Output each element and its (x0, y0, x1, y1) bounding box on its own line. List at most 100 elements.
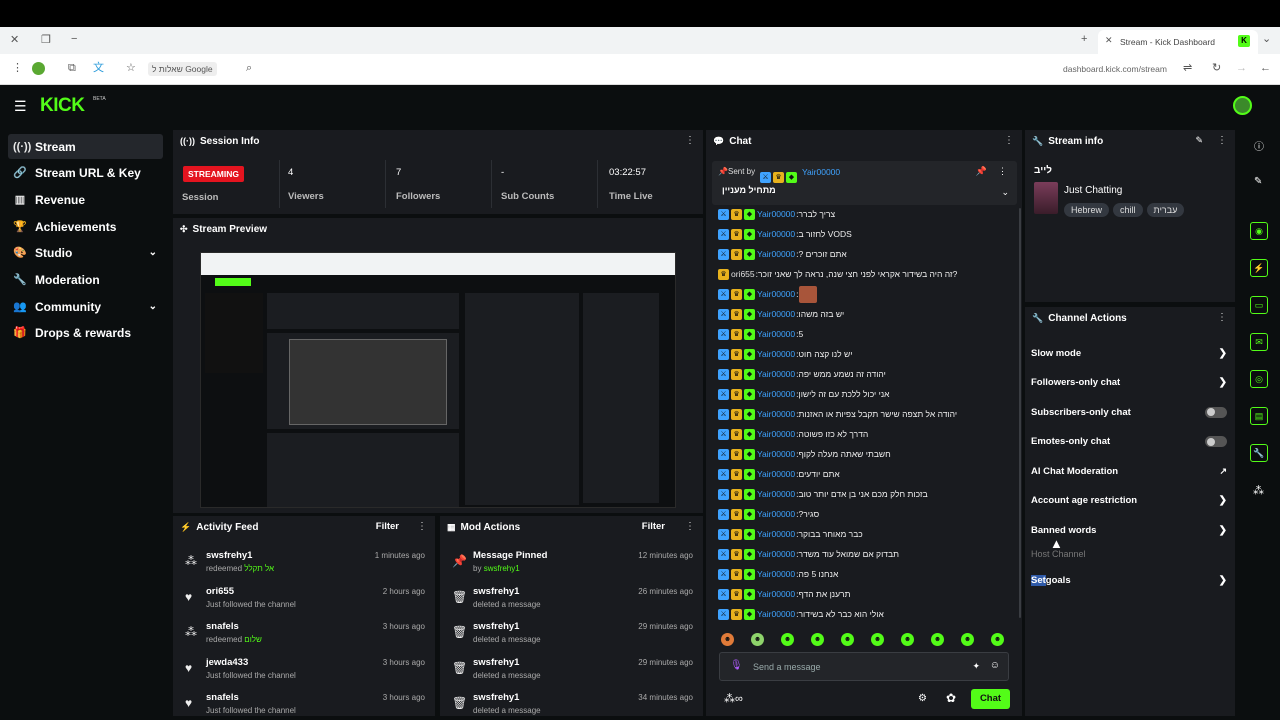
chat-message[interactable]: ⚔ ♛ ◆ Yair00000: בזכות חלק מכם אני בן אדם יו… (718, 484, 1013, 504)
user-avatar[interactable] (1233, 96, 1252, 115)
chat-username[interactable]: Yair00000 (757, 549, 795, 559)
minimize-window-icon[interactable]: − (71, 34, 77, 45)
emote-icon[interactable]: ☻ (721, 633, 734, 646)
chat-message[interactable]: ⚔ ♛ ◆ Yair00000: אנחנו 5 פה (718, 564, 1013, 584)
edit-pencil-icon[interactable]: ✎ (1195, 135, 1203, 146)
emote-icon[interactable]: ☻ (811, 633, 824, 646)
kebab-menu-icon[interactable]: ⋮ (998, 166, 1007, 177)
chat-username[interactable]: Yair00000 (757, 309, 795, 319)
chat-username[interactable]: Yair00000 (757, 289, 795, 299)
new-tab-icon[interactable]: + (1081, 34, 1087, 45)
chat-username[interactable]: Yair00000 (757, 529, 795, 539)
activity-row[interactable]: ⁂ snafels redeemed שלום 3 hours ago (173, 619, 435, 655)
close-tab-icon[interactable]: ✕ (1105, 36, 1113, 45)
channel-action-item[interactable]: AI Chat Moderation ↗ (1031, 459, 1231, 483)
emote-icon[interactable]: ☻ (901, 633, 914, 646)
channel-action-item[interactable]: Followers-only chat ❯ (1031, 371, 1231, 395)
feed-user[interactable]: swsfrehy1 (473, 621, 519, 632)
channel-action-item[interactable]: Emotes-only chat (1031, 430, 1231, 454)
channel-action-item[interactable]: Slow mode ❯ (1031, 341, 1231, 365)
pinned-user[interactable]: Yair00000 (802, 167, 840, 177)
kebab-menu-icon[interactable]: ⋮ (685, 521, 695, 532)
chat-message[interactable]: ⚔ ♛ ◆ Yair00000: לחזור ב VODS (718, 224, 1013, 244)
chat-username[interactable]: Yair00000 (757, 349, 795, 359)
rail-wrench-icon[interactable]: 🔧 (1250, 444, 1268, 462)
chat-username[interactable]: ori655 (731, 269, 755, 279)
emoji-icon[interactable]: ☺ (990, 660, 1000, 671)
chat-message[interactable]: ♛ ori655: זה היה בשידור אקראי לפני חצי שנה… (718, 264, 1013, 284)
set-goals-item[interactable]: Set goals ❯ (1031, 568, 1231, 592)
activity-row[interactable]: ♥ snafels Just followed the channel 3 hour… (173, 690, 435, 716)
mod-row[interactable]: 🗑 swsfrehy1 deleted a message 29 minutes a… (440, 619, 703, 655)
sidebar-item-drops[interactable]: 🎁 Drops & rewards (8, 320, 163, 345)
chat-username[interactable]: Yair00000 (757, 249, 795, 259)
emote-icon[interactable]: ☻ (931, 633, 944, 646)
activity-row[interactable]: ⁂ swsfrehy1 redeemed אל תקלל 1 minutes ago (173, 548, 435, 584)
translate-icon[interactable]: 文 (93, 63, 104, 74)
chat-username[interactable]: Yair00000 (757, 449, 795, 459)
rail-community-icon[interactable]: ⁂ (1253, 484, 1264, 497)
feed-user[interactable]: snafels (206, 621, 239, 632)
activity-row[interactable]: ♥ ori655 Just followed the channel 2 hours… (173, 584, 435, 620)
chat-message[interactable]: ⚔ ♛ ◆ Yair00000:5 (718, 324, 1013, 344)
bookmark-star-icon[interactable]: ☆ (126, 63, 136, 74)
mod-row[interactable]: 📌 Message Pinned by swsfrehy1 12 minutes ag… (440, 548, 703, 584)
kebab-menu-icon[interactable]: ⋮ (1217, 135, 1227, 146)
sidebar-item-studio[interactable]: 🎨 Studio ⌄ (8, 240, 163, 265)
chat-message[interactable]: ⚔ ♛ ◆ Yair00000: צריך לברר (718, 204, 1013, 224)
chat-username[interactable]: Yair00000 (757, 409, 795, 419)
emote-icon[interactable]: ☻ (751, 633, 764, 646)
chat-message[interactable]: ⚔ ♛ ◆ Yair00000: אתם יודעים (718, 464, 1013, 484)
chat-message[interactable]: ⚔ ♛ ◆ Yair00000: יש בזה משהו (718, 304, 1013, 324)
chat-username[interactable]: Yair00000 (757, 209, 795, 219)
chat-username[interactable]: Yair00000 (757, 509, 795, 519)
microphone-icon[interactable]: 🎙 (730, 660, 743, 671)
feed-user[interactable]: swsfrehy1 (473, 586, 519, 597)
mod-filter-button[interactable]: Filter (642, 521, 665, 532)
restore-window-icon[interactable]: ❐ (41, 35, 51, 46)
kebab-menu-icon[interactable]: ⋮ (417, 521, 427, 532)
chat-username[interactable]: Yair00000 (757, 389, 795, 399)
chat-input-box[interactable]: 🎙 Send a message ✦ ☺ (719, 652, 1009, 681)
browser-tab[interactable]: ✕ Stream - Kick Dashboard K (1098, 30, 1258, 54)
sidebar-item-community[interactable]: 👥 Community ⌄ (8, 294, 163, 319)
chat-send-button[interactable]: Chat (971, 689, 1010, 709)
feed-user[interactable]: swsfrehy1 (473, 692, 519, 703)
address-url[interactable]: dashboard.kick.com/stream (1063, 64, 1167, 74)
points-icon[interactable]: ⁂∞ (724, 692, 743, 705)
chat-message[interactable]: ⚔ ♛ ◆ Yair00000: יש לנו קצה חוט (718, 344, 1013, 364)
chat-username[interactable]: Yair00000 (757, 429, 795, 439)
chat-message[interactable]: ⚔ ♛ ◆ Yair00000:? אתם זוכרים (718, 244, 1013, 264)
lens-icon[interactable]: ⌕ (246, 63, 252, 74)
rail-chat-icon[interactable]: ✉ (1250, 333, 1268, 351)
toggle-switch[interactable] (1205, 406, 1227, 418)
chat-message[interactable]: ⚔ ♛ ◆ Yair00000: חשבתי שאתה מעלה לקוף (718, 444, 1013, 464)
chat-username[interactable]: Yair00000 (757, 329, 795, 339)
sidebar-item-achievements[interactable]: 🏆 Achievements (8, 214, 163, 239)
chat-username[interactable]: Yair00000 (757, 369, 795, 379)
emote-icon[interactable]: ☻ (961, 633, 974, 646)
chat-message[interactable]: ⚔ ♛ ◆ Yair00000: (718, 284, 1013, 304)
feed-user[interactable]: ori655 (206, 586, 234, 597)
reload-icon[interactable]: ↻ (1212, 63, 1221, 74)
pinned-message[interactable]: 📌 Sent by ⚔ ♛ ◆ Yair00000 מתחיל מעניין 📌 ⋮… (712, 161, 1017, 205)
emote-icon[interactable]: ☻ (991, 633, 1004, 646)
sidebar-item-stream[interactable]: ((·)) Stream (8, 134, 163, 159)
chat-input-placeholder[interactable]: Send a message (753, 662, 821, 672)
magic-icon[interactable]: ✦ (972, 661, 980, 672)
mod-row[interactable]: 🗑 swsfrehy1 deleted a message 26 minutes a… (440, 584, 703, 620)
chat-message[interactable]: ⚔ ♛ ◆ Yair00000: תבדוק אם שמואל עוד משדר (718, 544, 1013, 564)
profile-icon[interactable] (32, 62, 45, 75)
sidebar-item-revenue[interactable]: ▥ Revenue (8, 187, 163, 212)
close-window-icon[interactable]: ✕ (10, 35, 19, 46)
chat-message[interactable]: ⚔ ♛ ◆ Yair00000: הדרך לא כזו פשוטה (718, 424, 1013, 444)
activity-filter-button[interactable]: Filter (376, 521, 399, 532)
rewards-icon[interactable]: ✿ (946, 691, 956, 705)
chat-username[interactable]: Yair00000 (757, 609, 795, 619)
chat-message[interactable]: ⚔ ♛ ◆ Yair00000: תרענן את הדף (718, 584, 1013, 604)
mod-row[interactable]: 🗑 swsfrehy1 deleted a message 29 minutes a… (440, 655, 703, 691)
chat-username[interactable]: Yair00000 (757, 489, 795, 499)
chat-username[interactable]: Yair00000 (757, 589, 795, 599)
google-search-chip[interactable]: שאלות ל Google (148, 62, 217, 76)
feed-user[interactable]: swsfrehy1 (206, 550, 252, 561)
